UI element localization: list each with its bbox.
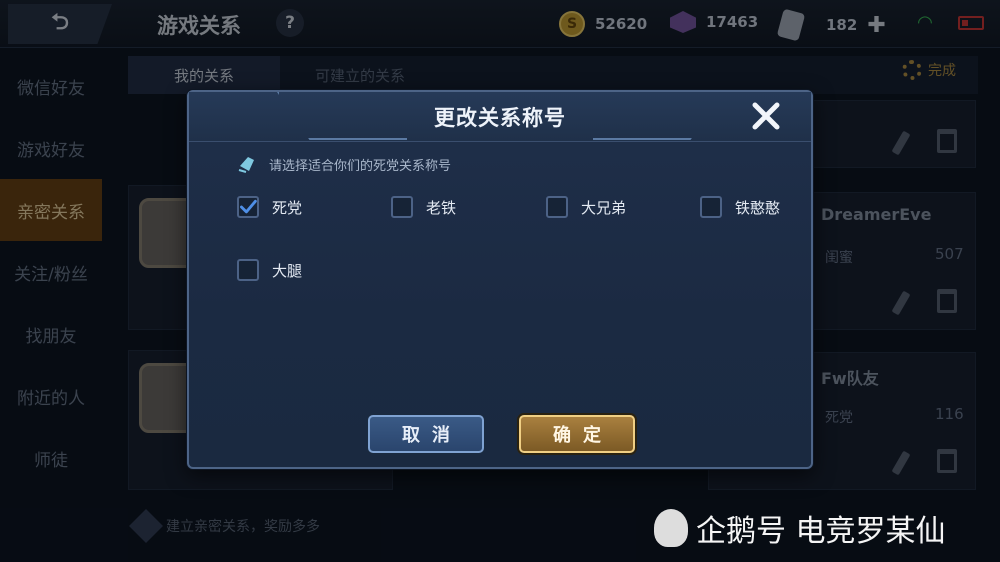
option-datui[interactable]: 大腿 <box>237 259 302 281</box>
option-label: 死党 <box>272 198 303 217</box>
watermark: 企鹅号 电竞罗某仙 <box>654 506 946 550</box>
checkbox[interactable] <box>237 259 259 281</box>
penguin-icon <box>654 509 688 547</box>
confirm-button[interactable]: 确定 <box>519 415 635 453</box>
watermark-text: 企鹅号 电竞罗某仙 <box>696 514 946 549</box>
close-icon <box>752 102 780 130</box>
checkmark-icon <box>240 199 257 214</box>
prompt-text: 请选择适合你们的死党关系称号 <box>269 158 452 174</box>
prompt: 请选择适合你们的死党关系称号 <box>237 154 451 174</box>
dialog-title: 更改关系称号 <box>434 106 566 130</box>
close-button[interactable] <box>741 95 791 137</box>
option-tiehanhan[interactable]: 铁憨憨 <box>700 196 780 218</box>
tag-icon <box>237 154 257 174</box>
dialog-header: 更改关系称号 <box>189 92 811 142</box>
checkbox[interactable] <box>700 196 722 218</box>
option-label: 大腿 <box>272 261 303 280</box>
option-label: 老铁 <box>426 198 457 217</box>
option-sidang[interactable]: 死党 <box>237 196 302 218</box>
option-label: 大兄弟 <box>581 198 627 217</box>
cancel-button[interactable]: 取消 <box>368 415 484 453</box>
change-relation-title-dialog: 更改关系称号 请选择适合你们的死党关系称号 死党 老铁 大兄弟 铁憨憨 大腿 取… <box>187 90 813 469</box>
checkbox[interactable] <box>546 196 568 218</box>
checkbox[interactable] <box>391 196 413 218</box>
option-laotie[interactable]: 老铁 <box>391 196 456 218</box>
checkbox[interactable] <box>237 196 259 218</box>
option-label: 铁憨憨 <box>735 198 781 217</box>
option-daxiongdi[interactable]: 大兄弟 <box>546 196 626 218</box>
